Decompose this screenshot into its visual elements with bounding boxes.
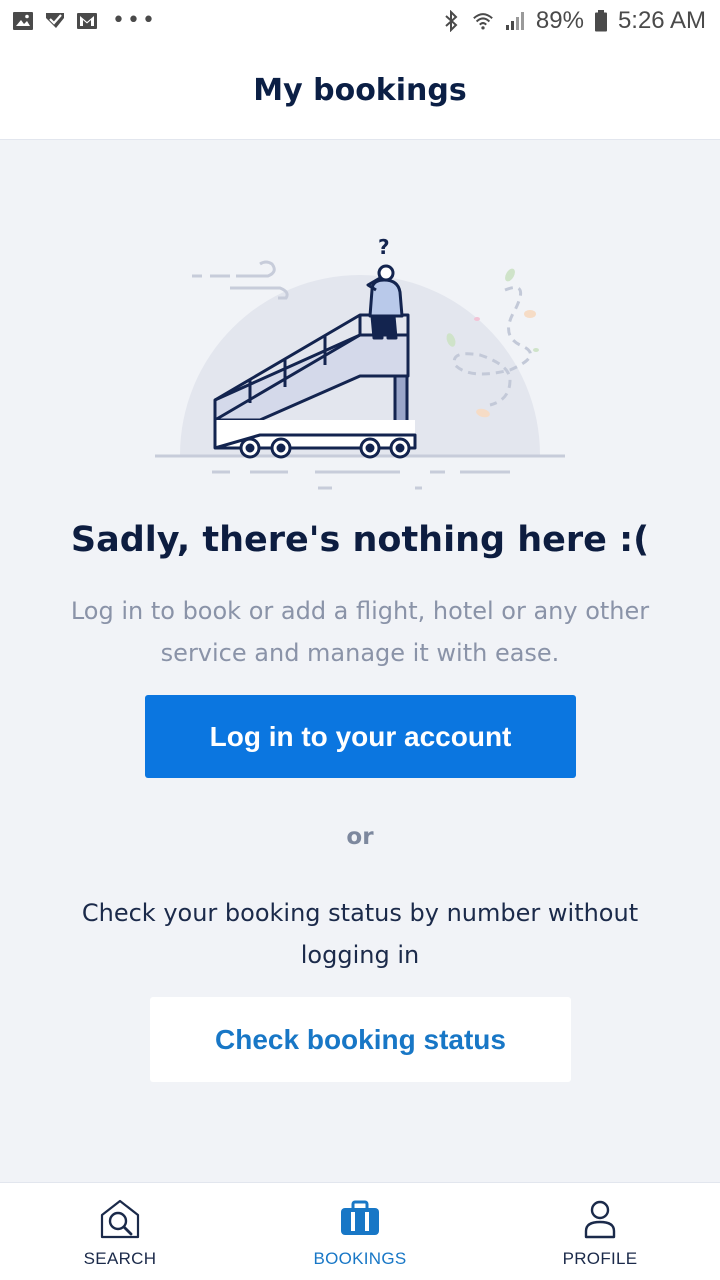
- bluetooth-icon: [445, 10, 458, 32]
- empty-state-title: Sadly, there's nothing here :(: [70, 520, 650, 560]
- user-icon: [584, 1200, 616, 1239]
- empty-state-illustration: ?: [155, 235, 565, 490]
- image-icon: [13, 12, 33, 30]
- more-notifications-icon: •••: [112, 8, 157, 33]
- nav-item-profile[interactable]: PROFILE: [480, 1183, 720, 1280]
- login-button[interactable]: Log in to your account: [145, 695, 576, 778]
- battery-percent: 89%: [535, 7, 584, 34]
- question-mark-icon: ?: [378, 235, 390, 259]
- nav-item-bookings[interactable]: BOOKINGS: [240, 1183, 480, 1280]
- check-icon: [46, 13, 64, 28]
- status-notifications: •••: [12, 10, 157, 32]
- wifi-icon: [473, 13, 493, 30]
- clock: 5:26 AM: [617, 7, 706, 34]
- check-status-description: Check your booking status by number with…: [81, 899, 639, 969]
- empty-state-description: Log in to book or add a flight, hotel or…: [70, 597, 650, 667]
- briefcase-icon: [341, 1200, 379, 1235]
- signal-icon: [505, 12, 524, 30]
- page-title: My bookings: [253, 73, 467, 108]
- status-bar: ••• 89% 5:26 AM: [0, 0, 720, 42]
- bottom-navigation: SEARCH BOOKINGS PROFILE: [0, 1182, 720, 1280]
- app-header: My bookings: [0, 42, 720, 140]
- or-separator: or: [346, 824, 374, 850]
- status-system: 89% 5:26 AM: [440, 7, 706, 35]
- nav-label-search: SEARCH: [83, 1249, 157, 1268]
- battery-icon: [594, 10, 607, 32]
- ground-dashes: [212, 470, 510, 490]
- nav-item-search[interactable]: SEARCH: [0, 1183, 240, 1280]
- check-booking-status-button[interactable]: Check booking status: [150, 997, 571, 1082]
- nav-label-bookings: BOOKINGS: [313, 1249, 407, 1268]
- search-icon: [100, 1199, 140, 1239]
- wind-lines: [192, 260, 289, 300]
- gmail-icon: [77, 13, 97, 29]
- nav-label-profile: PROFILE: [562, 1249, 638, 1268]
